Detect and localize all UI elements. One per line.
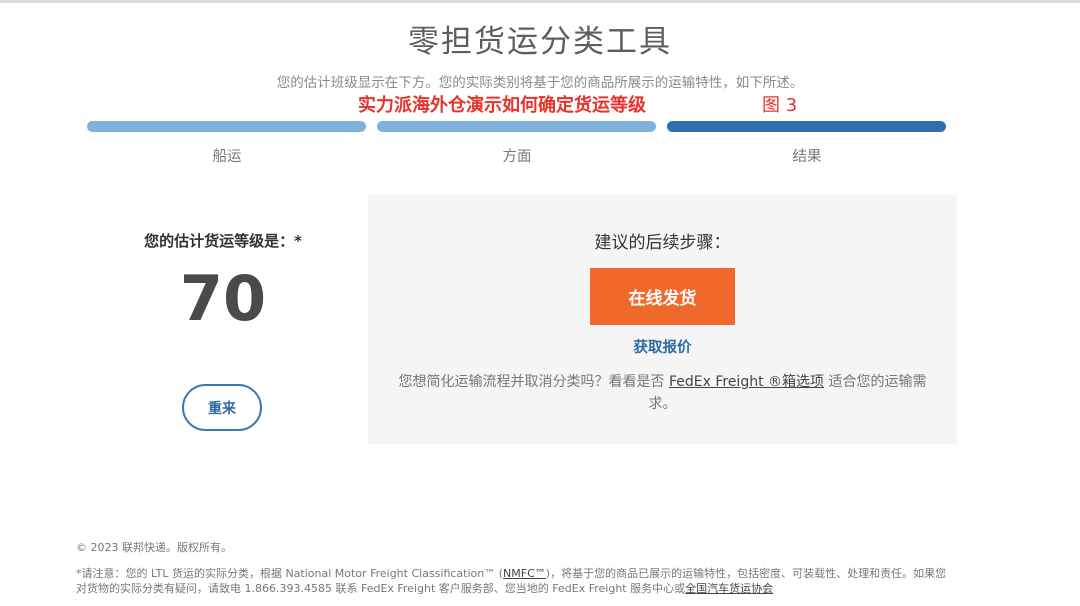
copyright-text: © 2023 联邦快递。版权所有。 — [76, 541, 232, 554]
page-title: 零担货运分类工具 — [408, 24, 672, 60]
top-divider — [0, 0, 1080, 3]
box-option-note: 您想简化运输流程并取消分类吗？看看是否 FedEx Freight ®箱选项 适… — [396, 371, 929, 415]
note-prefix: 您想简化运输流程并取消分类吗？看看是否 — [398, 374, 665, 390]
get-quote-link[interactable]: 获取报价 — [368, 336, 957, 357]
estimated-class-heading: 您的估计货运等级是：* — [144, 232, 302, 250]
nmfc-link[interactable]: NMFC™ — [503, 567, 546, 580]
footnote-part1: *请注意：您的 LTL 货运的实际分类，根据 National Motor Fr… — [76, 567, 504, 580]
step-label-results: 结果 — [792, 149, 822, 165]
overlay-caption: 实力派海外仓演示如何确定货运等级 — [358, 95, 646, 116]
overlay-figure-label: 图 3 — [762, 95, 798, 116]
step-label-shipping[interactable]: 船运 — [87, 145, 367, 166]
next-steps-heading: 建议的后续步骤： — [594, 233, 731, 253]
ship-online-button[interactable]: 在线发货 — [590, 268, 735, 325]
classification-footnote: *请注意：您的 LTL 货运的实际分类，根据 National Motor Fr… — [76, 566, 956, 596]
step-label-dimensions[interactable]: 方面 — [377, 145, 657, 166]
next-steps-panel: 建议的后续步骤： 在线发货 获取报价 您想简化运输流程并取消分类吗？看看是否 F… — [368, 195, 957, 444]
freight-class-value: 70 — [179, 262, 267, 335]
step-bar-dimensions — [377, 121, 656, 132]
step-bar-results — [667, 121, 946, 132]
page-subtitle: 您的估计班级显示在下方。您的实际类别将基于您的商品所展示的运输特性，如下所述。 — [276, 75, 804, 91]
nmfta-link[interactable]: 全国汽车货运协会 — [685, 582, 773, 595]
box-option-link[interactable]: FedEx Freight ®箱选项 — [669, 374, 824, 390]
step-bar-shipping — [87, 121, 366, 132]
restart-button[interactable]: 重来 — [182, 384, 262, 431]
